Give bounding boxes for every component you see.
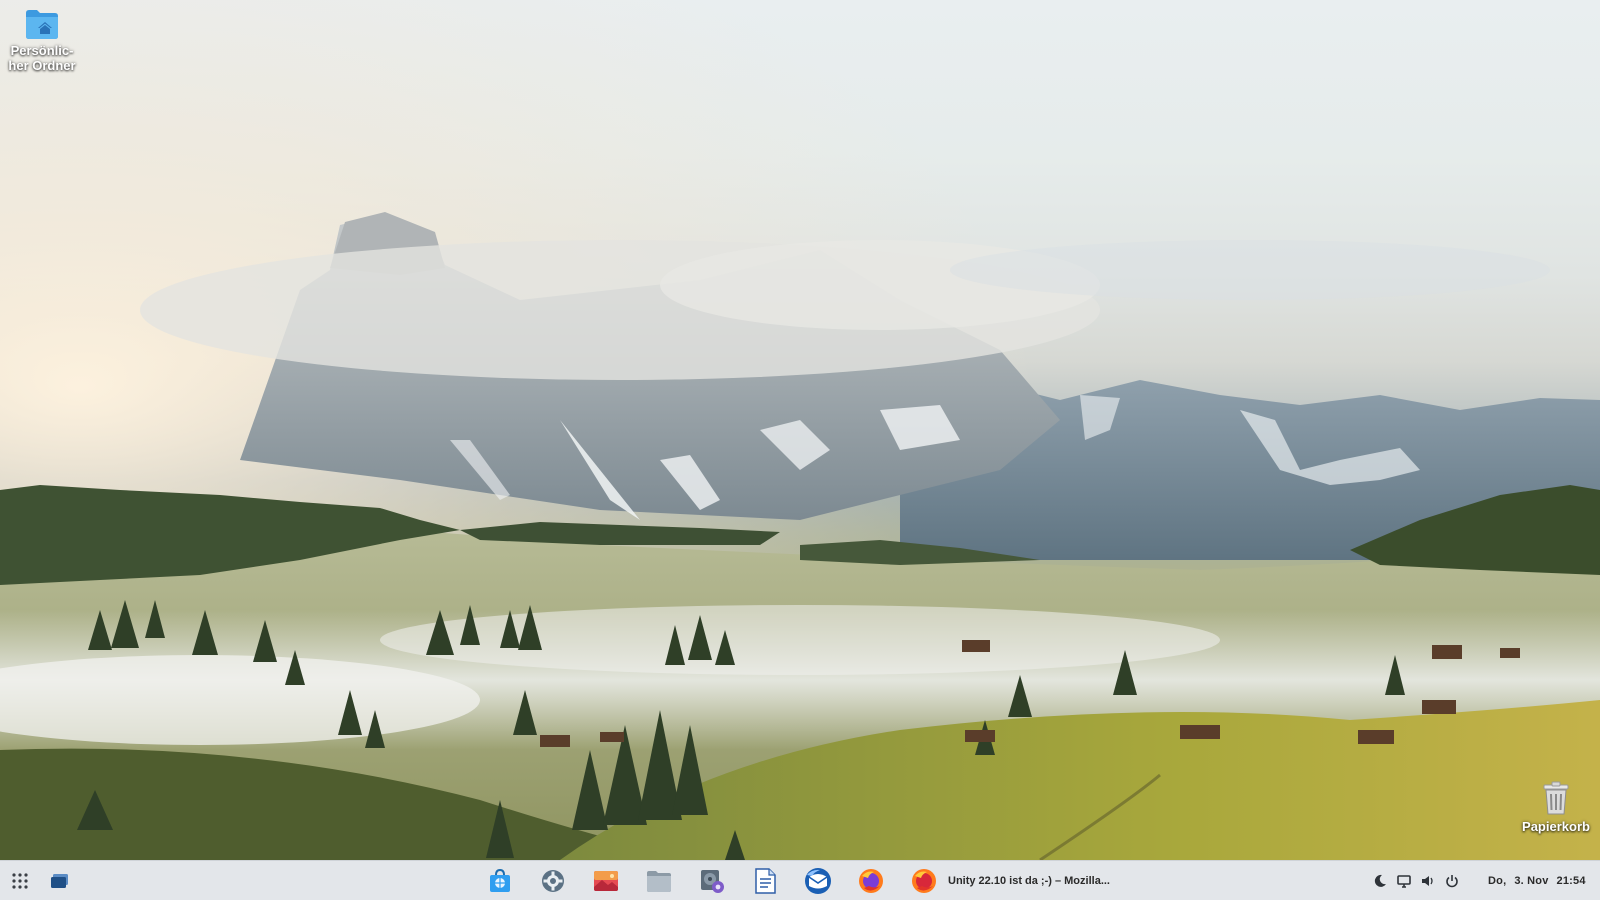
desktop-wallpaper xyxy=(0,0,1600,860)
document-icon xyxy=(755,868,776,894)
display-indicator[interactable] xyxy=(1394,871,1414,891)
firefox-icon xyxy=(859,869,883,893)
trash-label: Papierkorb xyxy=(1522,819,1590,834)
taskbar: Unity 22.10 ist da ;-) – Mozilla... Do, 3… xyxy=(0,860,1600,900)
home-folder-desktop-icon[interactable]: Persönlic- her Ordner xyxy=(4,8,80,73)
home-folder-label: Persönlic- her Ordner xyxy=(8,43,75,73)
gear-icon xyxy=(542,870,564,892)
software-store-button[interactable] xyxy=(480,865,520,897)
app-grid-icon xyxy=(12,873,28,889)
clock[interactable]: Do, 3. Nov 21:54 xyxy=(1488,861,1586,900)
disk-utility-button[interactable] xyxy=(692,865,732,897)
power-icon xyxy=(1446,875,1458,888)
image-viewer-button[interactable] xyxy=(586,865,626,897)
folder-icon xyxy=(647,871,671,892)
moon-icon xyxy=(1374,874,1386,887)
firefox-button[interactable] xyxy=(851,865,891,897)
landscape-illustration xyxy=(0,0,1600,860)
show-desktop-button[interactable] xyxy=(40,865,80,897)
file-manager-button[interactable] xyxy=(639,865,679,897)
store-bag-icon xyxy=(490,868,510,892)
home-folder-label-line1: Persönlic- xyxy=(10,43,74,58)
window-icon xyxy=(51,874,68,888)
settings-button[interactable] xyxy=(533,865,573,897)
firefox-icon xyxy=(912,869,936,893)
mail-client-button[interactable] xyxy=(798,865,838,897)
photo-icon xyxy=(594,871,618,891)
app-grid-button[interactable] xyxy=(0,865,40,897)
home-folder-icon xyxy=(26,10,58,39)
power-indicator[interactable] xyxy=(1442,871,1462,891)
active-task-title[interactable]: Unity 22.10 ist da ;-) – Mozilla... xyxy=(948,861,1110,900)
clock-time: 21:54 xyxy=(1556,875,1586,887)
volume-indicator[interactable] xyxy=(1418,871,1438,891)
night-light-indicator[interactable] xyxy=(1370,871,1390,891)
trash-icon xyxy=(1543,781,1569,815)
thunderbird-icon xyxy=(805,868,831,894)
home-folder-label-line2: her Ordner xyxy=(8,58,76,73)
speaker-icon xyxy=(1422,876,1433,886)
monitor-icon xyxy=(1397,875,1411,888)
clock-day: Do, xyxy=(1488,875,1507,887)
disk-gear-icon xyxy=(701,870,724,893)
clock-date: 3. Nov xyxy=(1514,875,1549,887)
text-editor-button[interactable] xyxy=(745,865,785,897)
trash-desktop-icon[interactable]: Papierkorb xyxy=(1512,780,1600,834)
